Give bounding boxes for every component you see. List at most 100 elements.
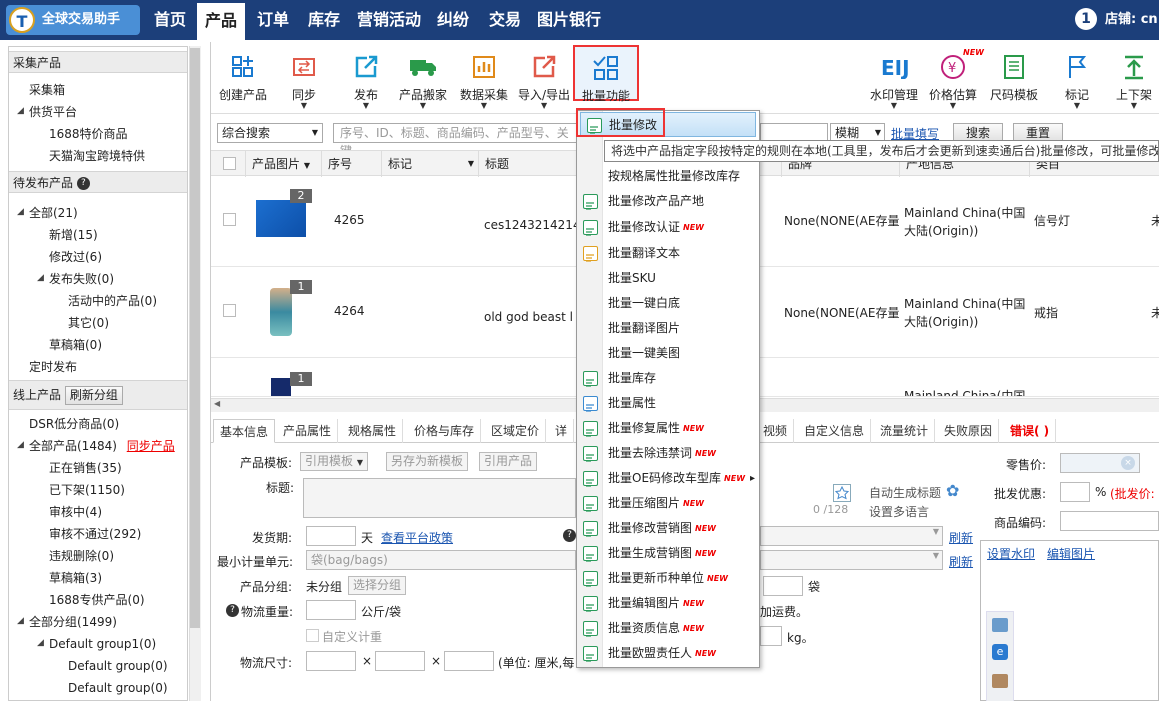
sidebar-item-all[interactable]: 全部(21) [29, 202, 78, 224]
menu-item[interactable]: 批量欧盟责任人 NEW [577, 641, 759, 666]
search-mode-select[interactable]: 综合搜索 ▼ [217, 123, 323, 143]
nav-image-bank[interactable]: 图片银行 [537, 0, 601, 40]
select-group-button[interactable]: 选择分组 [348, 576, 407, 595]
sidebar-item-failed[interactable]: 发布失败(0) [49, 268, 114, 290]
menu-item[interactable]: 批量生成营销图 NEW [577, 541, 759, 566]
ref-product-button[interactable]: 引用产品 [479, 452, 538, 471]
save-template-button[interactable]: 另存为新模板 [386, 452, 469, 471]
price-estimate-button[interactable]: NEW ¥ 价格估算 ▼ [929, 48, 984, 110]
kg-input[interactable] [760, 626, 782, 646]
nav-products[interactable]: 产品 [197, 0, 245, 40]
platform-policy-link[interactable]: 查看平台政策 [381, 529, 453, 546]
mark-button[interactable]: 标记 ▼ [1062, 52, 1092, 110]
width-input[interactable] [375, 651, 425, 671]
help-icon[interactable]: ? [76, 177, 90, 190]
menu-item[interactable]: 批量一键白底 [577, 291, 759, 316]
sidebar-item-all-groups[interactable]: 全部分组(1499) [29, 611, 117, 633]
tab-detail[interactable]: 详 [549, 419, 575, 443]
sidebar-item-rejected[interactable]: 审核不通过(292) [49, 523, 141, 545]
menu-item[interactable]: 批量修复属性 NEW [577, 416, 759, 441]
auto-title-link[interactable]: 自动生成标题 [869, 484, 941, 501]
wholesale-input[interactable] [1060, 482, 1090, 502]
tab-custom-info[interactable]: 自定义信息 [798, 419, 872, 443]
menu-item[interactable]: 按规格属性批量修改库存 [577, 164, 759, 189]
sync-button[interactable]: 同步 ▼ [289, 52, 319, 110]
image-tool-icon[interactable] [992, 618, 1008, 632]
nav-disputes[interactable]: 纠纷 [437, 0, 469, 40]
publish-button[interactable]: 发布 ▼ [351, 52, 381, 110]
product-code-input[interactable] [1060, 511, 1159, 531]
menu-item[interactable]: 批量编辑图片 NEW [577, 591, 759, 616]
app-logo[interactable]: T 全球交易助手 [6, 5, 140, 35]
sidebar-item-supply[interactable]: 供货平台 [29, 101, 77, 123]
edit-image-link[interactable]: 编辑图片 [1047, 545, 1095, 562]
nav-home[interactable]: 首页 [154, 0, 186, 40]
expand-triangle-icon[interactable]: ◢ [17, 616, 24, 626]
col-title[interactable]: 标题 [478, 151, 578, 177]
nav-orders[interactable]: 订单 [257, 0, 289, 40]
set-watermark-link[interactable]: 设置水印 [987, 545, 1035, 562]
tab-basic-info[interactable]: 基本信息 [213, 419, 276, 443]
sidebar-item-dsr[interactable]: DSR低分商品(0) [29, 413, 119, 435]
tab-fail-reason[interactable]: 失败原因 [938, 419, 1000, 443]
refresh-link-2[interactable]: 刷新 [949, 553, 973, 570]
sidebar-item-online-drafts[interactable]: 草稿箱(3) [49, 567, 102, 589]
custom-weight-checkbox[interactable] [306, 629, 319, 642]
menu-item[interactable]: 批量修改营销图 NEW [577, 516, 759, 541]
menu-item[interactable]: 批量压缩图片 NEW [577, 491, 759, 516]
nav-trade[interactable]: 交易 [489, 0, 521, 40]
sidebar-item-scheduled[interactable]: 定时发布 [29, 356, 77, 378]
clear-icon[interactable]: × [1121, 456, 1135, 470]
sidebar-item-reviewing[interactable]: 审核中(4) [49, 501, 102, 523]
shipping-template-select[interactable]: ▼ [760, 526, 943, 546]
expand-triangle-icon[interactable]: ◢ [17, 440, 24, 450]
menu-item[interactable]: 批量一键美图 [577, 341, 759, 366]
sidebar-item-1688[interactable]: 1688特价商品 [49, 123, 128, 145]
menu-item[interactable]: 批量SKU [577, 266, 759, 291]
row-checkbox[interactable] [223, 213, 236, 226]
unit-select[interactable]: 袋(bag/bags) [306, 550, 576, 570]
sidebar-item-other[interactable]: 其它(0) [68, 312, 109, 334]
menu-item[interactable]: 批量修改认证 NEW [577, 215, 759, 240]
select-all-checkbox[interactable] [223, 157, 236, 170]
tab-region-price[interactable]: 区域定价 [485, 419, 547, 443]
menu-item[interactable]: 批量翻译图片 [577, 316, 759, 341]
picture-icon[interactable] [992, 674, 1008, 688]
menu-item[interactable]: 批量属性 [577, 391, 759, 416]
sidebar-item-collect-box[interactable]: 采集箱 [29, 79, 65, 101]
sync-products-link[interactable]: 同步产品 [127, 439, 175, 453]
sidebar-item-1688-exclusive[interactable]: 1688专供产品(0) [49, 589, 145, 611]
listing-button[interactable]: 上下架 ▼ [1116, 52, 1152, 110]
menu-item[interactable]: 批量修改 [580, 112, 756, 137]
watermark-button[interactable]: EIJ 水印管理 ▼ [870, 52, 918, 110]
tab-errors[interactable]: 错误( ) [1004, 419, 1057, 443]
sidebar-item-tmall[interactable]: 天猫淘宝跨境特供 [49, 145, 145, 167]
nav-marketing[interactable]: 营销活动 [357, 0, 421, 40]
tab-spec-attrs[interactable]: 规格属性 [342, 419, 404, 443]
help-icon[interactable]: ? [563, 529, 576, 542]
refresh-group-button[interactable]: 刷新分组 [64, 386, 123, 405]
expand-triangle-icon[interactable]: ◢ [37, 273, 44, 283]
data-collect-button[interactable]: 数据采集 ▼ [460, 52, 508, 110]
col-seq[interactable]: 序号 [321, 151, 381, 177]
ie-icon[interactable]: e [992, 644, 1008, 660]
import-export-button[interactable]: 导入/导出 ▼ [518, 52, 570, 110]
product-thumbnail[interactable] [270, 288, 292, 336]
menu-item[interactable]: 批量去除违禁词 NEW [577, 441, 759, 466]
product-thumbnail[interactable] [256, 200, 306, 237]
ship-days-input[interactable] [306, 526, 356, 546]
sidebar-item-new[interactable]: 新增(15) [49, 224, 98, 246]
weight-input[interactable] [306, 600, 356, 620]
scroll-left-icon[interactable]: ◀ [214, 399, 220, 408]
product-move-button[interactable]: 产品搬家 ▼ [399, 52, 447, 110]
gear-icon[interactable]: ✿ [946, 481, 959, 500]
create-product-button[interactable]: 创建产品 [219, 52, 267, 103]
title-textarea[interactable] [303, 478, 576, 518]
sidebar-item-in-activity[interactable]: 活动中的产品(0) [68, 290, 157, 312]
tab-video[interactable]: 视频 [757, 419, 795, 443]
row-title[interactable]: ces12432142141 [484, 218, 588, 232]
tab-product-attrs[interactable]: 产品属性 [277, 419, 339, 443]
nav-inventory[interactable]: 库存 [308, 0, 340, 40]
batch-functions-button[interactable]: 批量功能 [573, 45, 639, 103]
col-mark[interactable]: 标记 ▼ [381, 151, 478, 177]
